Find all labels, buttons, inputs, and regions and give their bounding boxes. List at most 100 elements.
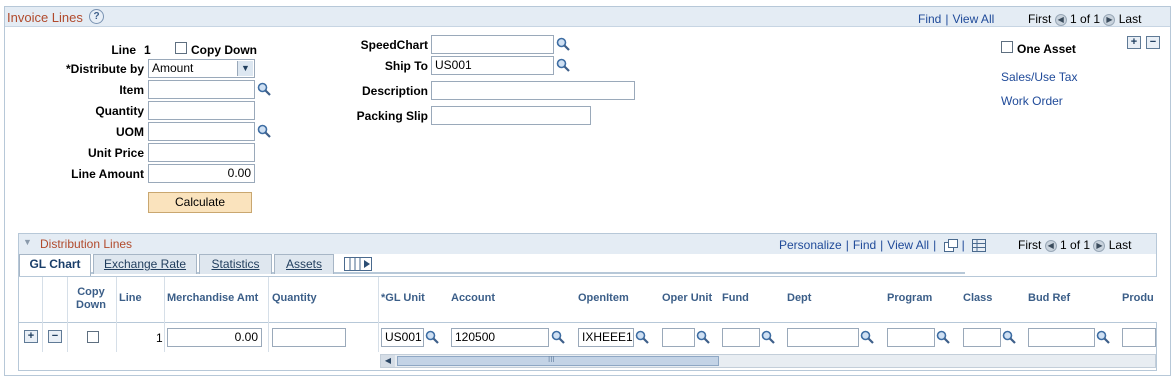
line-label: Line — [111, 43, 136, 57]
chevron-down-icon: ▼ — [237, 61, 253, 76]
dist-first-label: First — [1018, 238, 1042, 252]
item-lookup-icon[interactable] — [257, 82, 271, 96]
packing-slip-input[interactable] — [431, 106, 591, 125]
work-order-link[interactable]: Work Order — [1001, 94, 1063, 108]
quantity-input[interactable] — [148, 101, 255, 120]
copy-down-checkbox[interactable] — [175, 42, 187, 54]
show-all-columns-icon[interactable] — [344, 257, 372, 271]
row-oper-unit-input[interactable] — [662, 328, 695, 347]
new-window-icon[interactable] — [943, 239, 958, 253]
open-item-lookup-icon[interactable] — [635, 330, 649, 344]
col-quantity: Quantity — [272, 292, 317, 304]
account-lookup-icon[interactable] — [551, 330, 565, 344]
view-all-link[interactable]: View All — [952, 12, 994, 26]
distribute-by-select[interactable]: Amount ▼ — [148, 59, 255, 78]
scrollbar-thumb[interactable]: III — [397, 355, 719, 366]
row-program-input[interactable] — [887, 328, 935, 347]
fund-lookup-icon[interactable] — [761, 330, 775, 344]
horizontal-scrollbar[interactable]: ◀ III — [380, 354, 1156, 368]
personalize-link[interactable]: Personalize — [779, 238, 842, 252]
previous-arrow-icon[interactable]: ◀ — [1054, 13, 1067, 26]
tab-exchange-rate[interactable]: Exchange Rate — [93, 254, 197, 274]
calculate-button[interactable]: Calculate — [148, 192, 252, 213]
scroll-left-icon[interactable]: ◀ — [381, 355, 395, 367]
item-label: Item — [119, 83, 144, 97]
item-input[interactable] — [148, 80, 255, 99]
class-lookup-icon[interactable] — [1002, 330, 1016, 344]
packing-slip-label: Packing Slip — [356, 109, 428, 123]
row-open-item-input[interactable]: IXHEEE10 — [578, 328, 634, 347]
description-input[interactable] — [431, 81, 635, 100]
delete-row-icon[interactable]: − — [1146, 36, 1160, 49]
collapse-triangle-icon[interactable]: ▼ — [23, 237, 32, 247]
download-grid-icon[interactable] — [972, 239, 987, 253]
col-class: Class — [963, 292, 993, 304]
uom-input[interactable] — [148, 122, 255, 141]
col-open-item: OpenItem — [578, 292, 629, 304]
dist-last-label: Last — [1108, 238, 1132, 252]
row-delete-icon[interactable]: − — [48, 330, 62, 343]
line-value: 1 — [144, 43, 151, 57]
invoice-lines-header — [5, 7, 1170, 27]
tab-assets[interactable]: Assets — [274, 254, 334, 274]
distribution-lines-nav: Personalize | Find | View All | | — [779, 238, 987, 253]
bud-ref-lookup-icon[interactable] — [1096, 330, 1110, 344]
gl-unit-lookup-icon[interactable] — [425, 330, 439, 344]
last-label: Last — [1118, 12, 1142, 26]
row-fund-input[interactable] — [722, 328, 760, 347]
next-arrow-icon[interactable]: ▶ — [1103, 13, 1116, 26]
dept-lookup-icon[interactable] — [860, 330, 874, 344]
oper-unit-lookup-icon[interactable] — [696, 330, 710, 344]
uom-lookup-icon[interactable] — [257, 124, 271, 138]
sales-use-tax-link[interactable]: Sales/Use Tax — [1001, 70, 1077, 84]
dist-next-arrow-icon[interactable]: ▶ — [1093, 239, 1106, 252]
first-label: First — [1028, 12, 1052, 26]
unit-price-input[interactable] — [148, 143, 255, 162]
row-product-input[interactable] — [1122, 328, 1156, 347]
invoice-lines-pager: First ◀ 1 of 1 ▶ Last — [1028, 12, 1141, 26]
row-dept-input[interactable] — [787, 328, 859, 347]
tab-statistics-label: Statistics — [211, 257, 260, 271]
distribute-by-label: *Distribute by — [65, 62, 144, 76]
row-account-input[interactable]: 120500 — [451, 328, 549, 347]
distribution-lines-title: Distribution Lines — [40, 237, 133, 251]
ship-to-label: Ship To — [384, 59, 428, 73]
add-row-icon[interactable]: + — [1127, 36, 1141, 49]
description-label: Description — [361, 84, 428, 98]
dist-view-all-link[interactable]: View All — [887, 238, 929, 252]
dist-previous-arrow-icon[interactable]: ◀ — [1044, 239, 1057, 252]
row-quantity-input[interactable] — [272, 328, 346, 347]
row-copy-down-checkbox[interactable] — [87, 331, 99, 343]
speedchart-label: SpeedChart — [360, 38, 428, 52]
row-add-icon[interactable]: + — [24, 330, 38, 343]
col-oper-unit: Oper Unit — [662, 292, 713, 304]
one-asset-checkbox[interactable] — [1001, 41, 1013, 53]
quantity-label: Quantity — [95, 104, 144, 118]
tab-assets-label: Assets — [285, 257, 322, 271]
tab-statistics[interactable]: Statistics — [199, 254, 272, 274]
row-class-input[interactable] — [963, 328, 1001, 347]
col-fund: Fund — [722, 292, 749, 304]
row-line-value: 1 — [156, 331, 163, 345]
col-bud-ref: Bud Ref — [1028, 292, 1071, 304]
line-amount-input[interactable]: 0.00 — [148, 164, 255, 183]
speedchart-input[interactable] — [431, 35, 554, 54]
col-gl-unit: *GL Unit — [381, 292, 425, 304]
row-merch-amt-input[interactable]: 0.00 — [167, 328, 262, 347]
distribute-by-value: Amount — [152, 61, 194, 75]
tab-gl-chart[interactable]: GL Chart — [19, 254, 91, 276]
row-bud-ref-input[interactable] — [1028, 328, 1095, 347]
dist-find-link[interactable]: Find — [853, 238, 876, 252]
program-lookup-icon[interactable] — [936, 330, 950, 344]
speedchart-lookup-icon[interactable] — [556, 37, 570, 51]
col-copy-down: Copy Down — [76, 286, 106, 312]
find-link[interactable]: Find — [918, 12, 941, 26]
invoice-lines-nav: Find | View All — [918, 12, 995, 26]
ship-to-lookup-icon[interactable] — [556, 58, 570, 72]
ship-to-input[interactable]: US001 — [431, 56, 554, 75]
invoice-lines-title: Invoice Lines — [7, 10, 83, 25]
uom-label: UOM — [116, 125, 144, 139]
row-gl-unit-input[interactable]: US001 — [381, 328, 424, 347]
help-icon[interactable]: ? — [89, 9, 104, 24]
dist-page-range: 1 of 1 — [1060, 238, 1091, 252]
